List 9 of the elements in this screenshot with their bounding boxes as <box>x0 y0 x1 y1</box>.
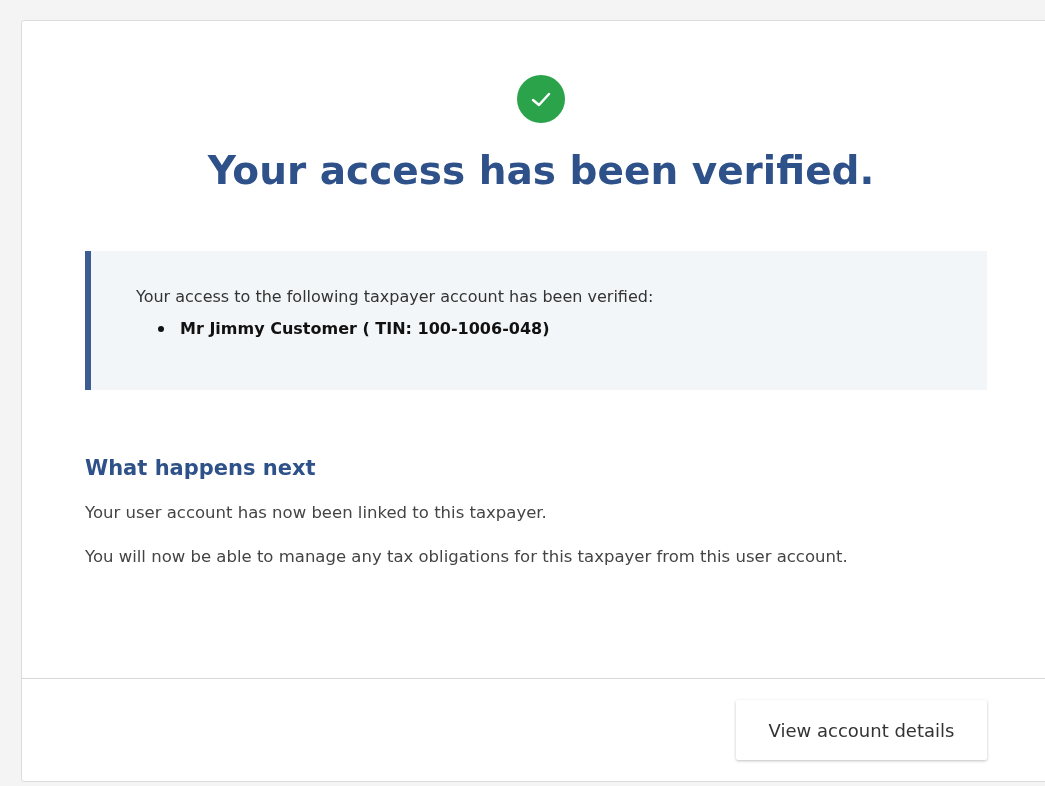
bullet-icon <box>158 325 164 332</box>
paragraph: You will now be able to manage any tax obligations for this taxpayer from this user account. <box>85 546 849 568</box>
callout-text: Your access to the following taxpayer account has been verified: <box>136 286 655 308</box>
check-circle-icon <box>517 75 565 123</box>
taxpayer-name: Mr Jimmy Customer ( TIN: 100-1006-048) <box>180 319 550 338</box>
section-heading: What happens next <box>85 455 317 482</box>
view-account-details-button[interactable]: View account details <box>736 700 987 760</box>
paragraph: Your user account has now been linked to this taxpayer. <box>85 502 548 524</box>
page-title: Your access has been verified. <box>206 147 876 195</box>
